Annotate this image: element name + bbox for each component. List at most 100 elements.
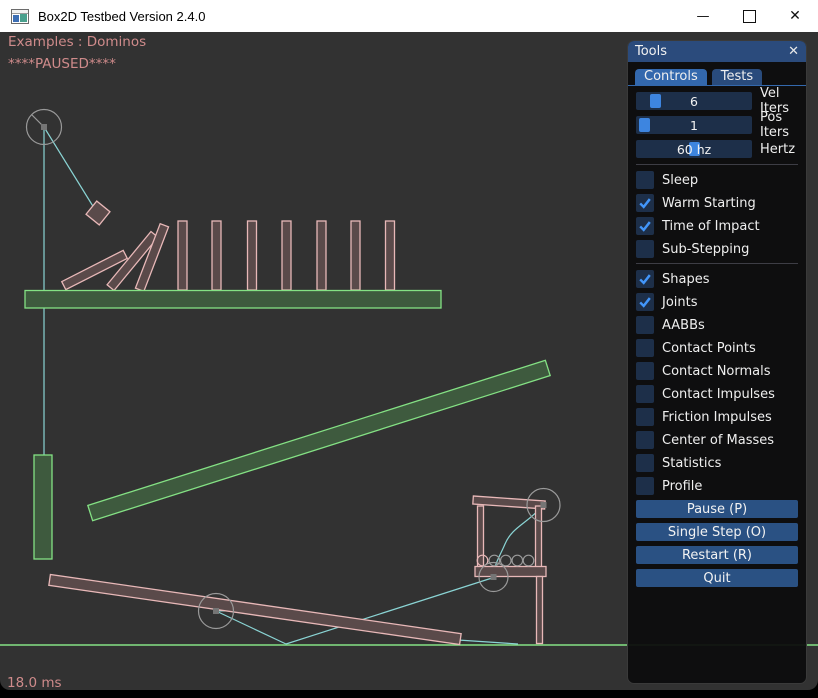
seesaw-plank (49, 574, 461, 644)
vertical-block (34, 455, 52, 559)
checkbox-row-statistics: Statistics (636, 454, 798, 472)
checkbox-row-profile: Profile (636, 477, 798, 495)
tools-panel: Tools ✕ Controls Tests 6Vel Iters 1 Pos Ite… (627, 40, 807, 684)
checkbox-sleep[interactable] (636, 171, 654, 189)
checkbox-row-shapes: Shapes (636, 270, 798, 288)
domino-platform (25, 291, 441, 309)
checkbox-sub-stepping[interactable] (636, 240, 654, 258)
checkbox-joints[interactable] (636, 293, 654, 311)
checkbox-label: Sub-Stepping (662, 242, 749, 257)
minimize-icon: — (697, 9, 710, 24)
window-title: Box2D Testbed Version 2.4.0 (38, 9, 205, 24)
checkbox-friction-impulses[interactable] (636, 408, 654, 426)
close-icon: ✕ (789, 8, 801, 24)
slider-vel-iters[interactable]: 6 (636, 92, 752, 110)
check-icon (638, 196, 652, 210)
checkbox-statistics[interactable] (636, 454, 654, 472)
checkbox-row-contact-normals: Contact Normals (636, 362, 798, 380)
box2d-testbed-window: { "window": { "title": "Box2D Testbed Ve… (0, 0, 818, 698)
ball (523, 555, 534, 566)
joint-line (458, 640, 518, 644)
checkbox-label: Warm Starting (662, 196, 756, 211)
checkbox-label: Profile (662, 479, 702, 494)
frame-lower-post (537, 577, 543, 644)
checkbox-row-aabbs: AABBs (636, 316, 798, 334)
ball (501, 555, 512, 566)
frame-time-label: 18.0 ms (7, 675, 62, 690)
restart-r-button[interactable]: Restart (R) (636, 546, 798, 564)
checkbox-label: Statistics (662, 456, 721, 471)
checkbox-row-contact-impulses: Contact Impulses (636, 385, 798, 403)
checkbox-row-center-of-masses: Center of Masses (636, 431, 798, 449)
window-controls: — ✕ (680, 0, 818, 32)
check-icon (638, 219, 652, 233)
checkbox-contact-normals[interactable] (636, 362, 654, 380)
checkbox-label: Contact Impulses (662, 387, 775, 402)
checkbox-contact-impulses[interactable] (636, 385, 654, 403)
checkbox-label: Contact Points (662, 341, 756, 356)
example-label: Examples : Dominos (8, 34, 146, 50)
panel-content: 6Vel Iters 1 Pos Iters 60 hz Hertz Sleep Warm… (628, 86, 806, 595)
separator (636, 164, 798, 165)
checkbox-contact-points[interactable] (636, 339, 654, 357)
panel-close-icon[interactable]: ✕ (788, 45, 799, 58)
hanging-box (86, 201, 110, 225)
checkbox-label: Center of Masses (662, 433, 774, 448)
domino (386, 221, 395, 290)
slider-pos-iters[interactable]: 1 (636, 116, 752, 134)
joint-line (44, 127, 99, 216)
maximize-button[interactable] (726, 0, 772, 32)
checkbox-label: Shapes (662, 272, 709, 287)
check-icon (638, 272, 652, 286)
close-button[interactable]: ✕ (772, 0, 818, 32)
slider-row-hertz: 60 hz Hertz (636, 140, 798, 158)
joint-anchor (41, 124, 47, 130)
pause-p-button[interactable]: Pause (P) (636, 500, 798, 518)
checkbox-row-sub-stepping: Sub-Stepping (636, 240, 798, 258)
app-icon (11, 9, 29, 24)
slider-value: 6 (636, 92, 752, 110)
checkbox-label: Joints (662, 295, 698, 310)
joint-anchor (541, 502, 547, 508)
checkbox-label: Time of Impact (662, 219, 760, 234)
slider-row-vel-iters: 6Vel Iters (636, 92, 798, 110)
tools-panel-title: Tools (635, 44, 788, 59)
tab-controls[interactable]: Controls (635, 69, 707, 85)
domino (212, 221, 221, 290)
slider-label: Hertz (760, 142, 795, 157)
frame-shelf (475, 567, 546, 577)
tab-tests[interactable]: Tests (712, 69, 762, 85)
quit-button[interactable]: Quit (636, 569, 798, 587)
ball (512, 555, 523, 566)
slider-hertz[interactable]: 60 hz (636, 140, 752, 158)
check-icon (638, 295, 652, 309)
checkbox-center-of-masses[interactable] (636, 431, 654, 449)
panel-tabbar: Controls Tests (628, 62, 806, 86)
checkbox-aabbs[interactable] (636, 316, 654, 334)
checkbox-label: Friction Impulses (662, 410, 772, 425)
domino (351, 221, 360, 290)
checkbox-row-friction-impulses: Friction Impulses (636, 408, 798, 426)
single-step-o-button[interactable]: Single Step (O) (636, 523, 798, 541)
frame-right-post (536, 506, 542, 568)
checkbox-shapes[interactable] (636, 270, 654, 288)
checkbox-row-joints: Joints (636, 293, 798, 311)
checkbox-label: Sleep (662, 173, 698, 188)
slider-label: Pos Iters (760, 110, 798, 140)
button-section: Pause (P) Single Step (O) Restart (R) Quit (636, 500, 798, 587)
paused-label: ****PAUSED**** (8, 56, 116, 72)
checkbox-label: Contact Normals (662, 364, 771, 379)
separator (636, 263, 798, 264)
checkbox-label: AABBs (662, 318, 705, 333)
domino (282, 221, 291, 290)
checkbox-time-of-impact[interactable] (636, 217, 654, 235)
checkbox-row-sleep: Sleep (636, 171, 798, 189)
joint-anchor (213, 608, 219, 614)
minimize-button[interactable]: — (680, 0, 726, 32)
joint-anchor (491, 574, 497, 580)
tools-panel-header[interactable]: Tools ✕ (628, 41, 806, 62)
titlebar: Box2D Testbed Version 2.4.0 — ✕ (0, 0, 818, 32)
slider-section: 6Vel Iters 1 Pos Iters 60 hz Hertz (636, 92, 798, 158)
checkbox-profile[interactable] (636, 477, 654, 495)
checkbox-warm-starting[interactable] (636, 194, 654, 212)
